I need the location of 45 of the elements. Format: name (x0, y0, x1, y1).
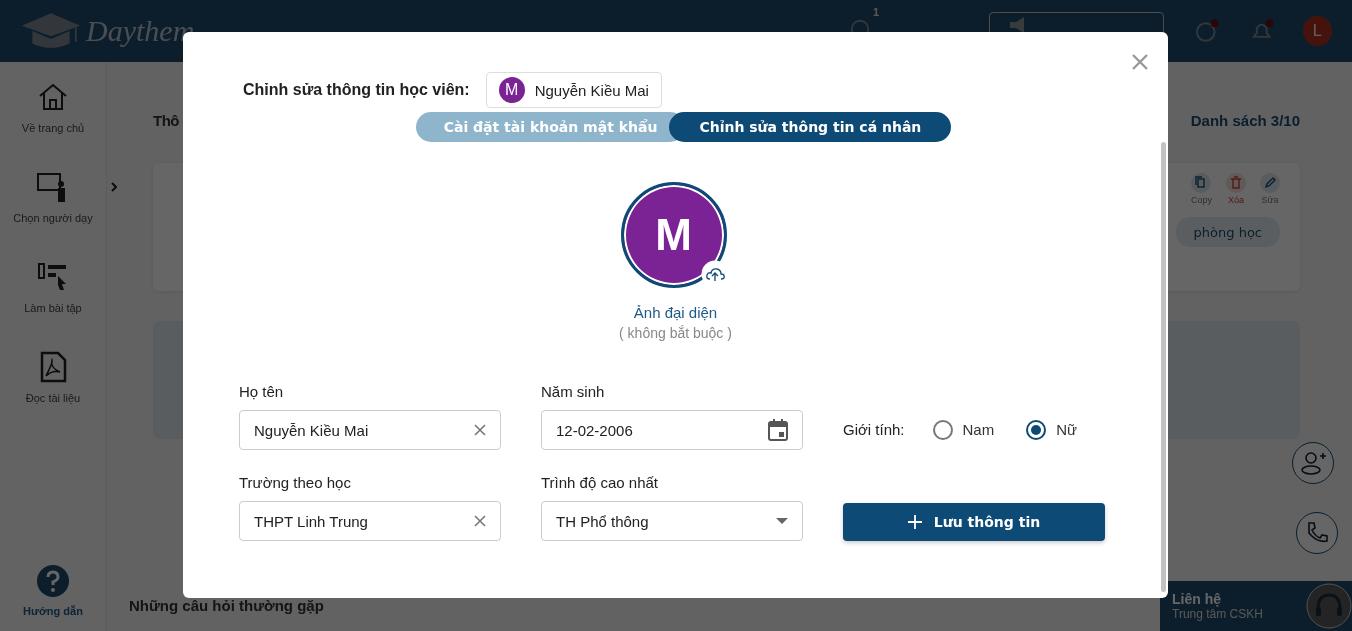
profile-avatar[interactable]: M (620, 182, 727, 288)
chevron-icon[interactable] (110, 182, 117, 192)
field-label: Trình độ cao nhất (541, 474, 660, 491)
field-label: Trường theo học (239, 474, 352, 491)
student-avatar: M (498, 77, 525, 103)
input-field[interactable]: THPT Linh Trung (239, 501, 501, 541)
list-count: Danh sách 3/10 (1190, 112, 1300, 129)
dropdown-caret-icon[interactable] (776, 518, 788, 524)
faq-heading: Những câu hỏi thường gặp (129, 597, 324, 614)
pencil-icon[interactable] (1260, 173, 1280, 193)
calendar-icon[interactable] (768, 419, 788, 441)
input-field[interactable]: Nguyễn Kiều Mai (239, 410, 501, 450)
contact-subtitle: Trung tâm CSKH (1172, 607, 1263, 621)
radio-label[interactable]: Nam (962, 421, 995, 438)
trash-icon[interactable] (1226, 173, 1246, 193)
clear-icon[interactable] (474, 424, 486, 436)
input-field[interactable]: 12-02-2006 (541, 410, 803, 450)
copy-icon[interactable] (1191, 173, 1212, 193)
graduation-cap-icon (20, 11, 82, 51)
scrollbar[interactable] (1161, 142, 1166, 592)
radio-button[interactable] (1026, 419, 1047, 440)
action-label: Xóa (1228, 195, 1244, 205)
gender-label: Giới tính: (843, 421, 905, 438)
student-name: Nguyễn Kiều Mai (534, 81, 649, 99)
field-label: Họ tên (239, 383, 285, 400)
message-count: 1 (873, 6, 880, 18)
field-label: Năm sinh (541, 383, 606, 400)
plus-icon (907, 515, 922, 529)
dialog-title: Chỉnh sửa thông tin học viên: (243, 81, 470, 99)
clear-icon[interactable] (474, 515, 486, 527)
avatar-label[interactable]: Ảnh đại diện (633, 304, 718, 321)
megaphone-icon (1010, 17, 1025, 33)
tab[interactable]: Chỉnh sửa thông tin cá nhân (669, 112, 952, 142)
phone-button[interactable] (1296, 512, 1338, 554)
input-field[interactable]: TH Phổ thông (541, 501, 803, 541)
page-title: Thô (153, 112, 179, 129)
contact-title: Liên hệ (1172, 591, 1222, 607)
save-button[interactable]: Lưu thông tin (843, 503, 1105, 541)
radio-label[interactable]: Nữ (1056, 421, 1078, 438)
optional-note: ( không bắt buộc ) (619, 325, 732, 341)
add-user-button[interactable] (1292, 442, 1334, 484)
close-icon[interactable] (1132, 54, 1148, 70)
help-icon[interactable] (37, 565, 69, 597)
headset-icon[interactable] (1306, 583, 1352, 629)
radio-button[interactable] (932, 419, 953, 440)
